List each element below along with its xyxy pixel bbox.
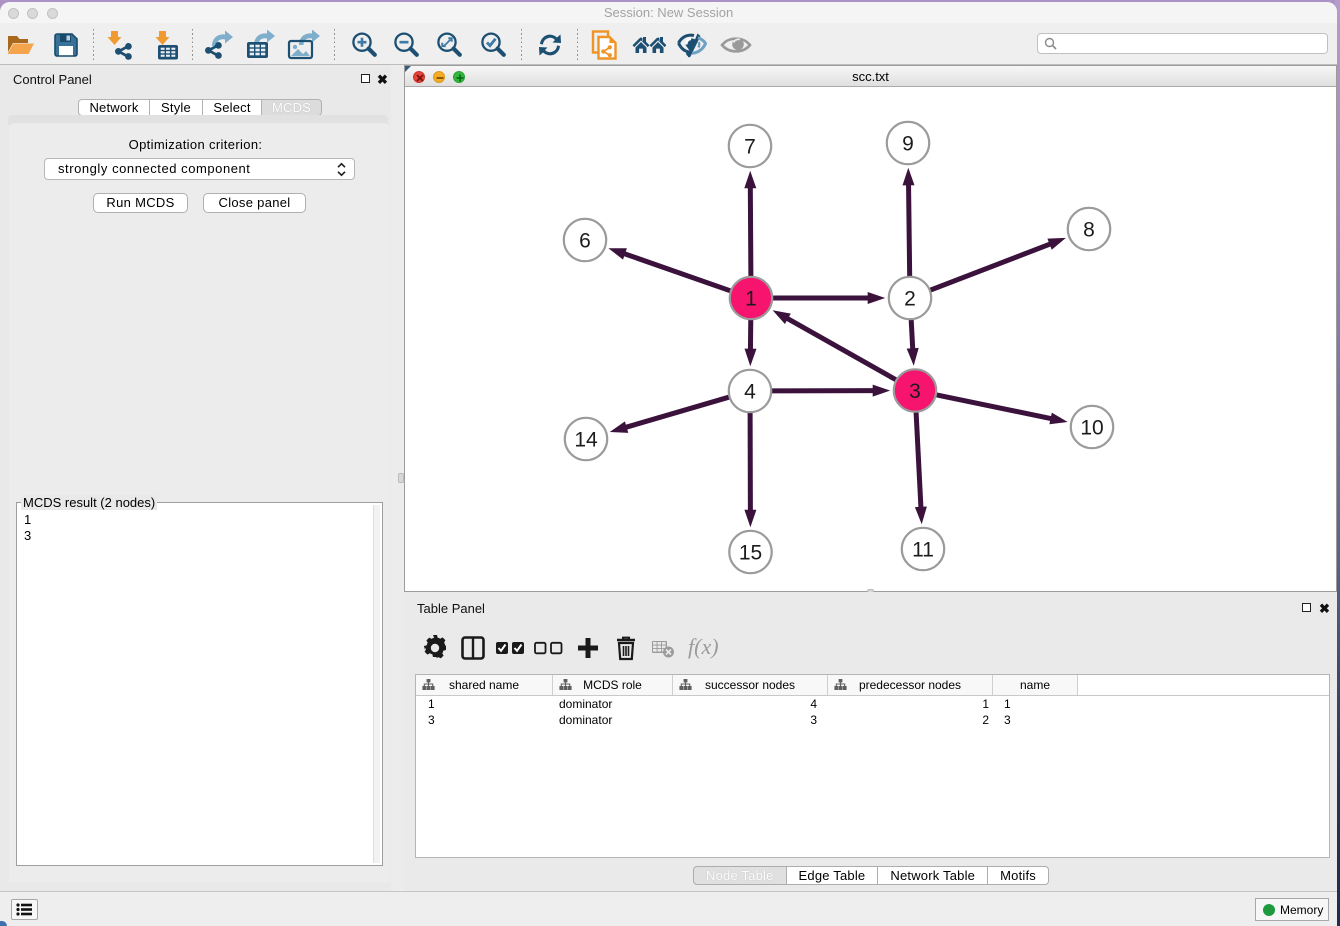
svg-text:1: 1: [745, 287, 757, 310]
svg-text:11: 11: [912, 538, 934, 561]
svg-text:2: 2: [904, 287, 916, 310]
svg-text:10: 10: [1080, 416, 1103, 439]
svg-text:6: 6: [579, 229, 591, 252]
svg-text:15: 15: [739, 541, 762, 564]
svg-text:4: 4: [744, 380, 756, 403]
svg-text:7: 7: [744, 135, 756, 158]
svg-text:14: 14: [574, 428, 598, 451]
svg-text:9: 9: [902, 132, 914, 155]
svg-text:8: 8: [1083, 218, 1095, 241]
svg-text:3: 3: [909, 380, 921, 403]
